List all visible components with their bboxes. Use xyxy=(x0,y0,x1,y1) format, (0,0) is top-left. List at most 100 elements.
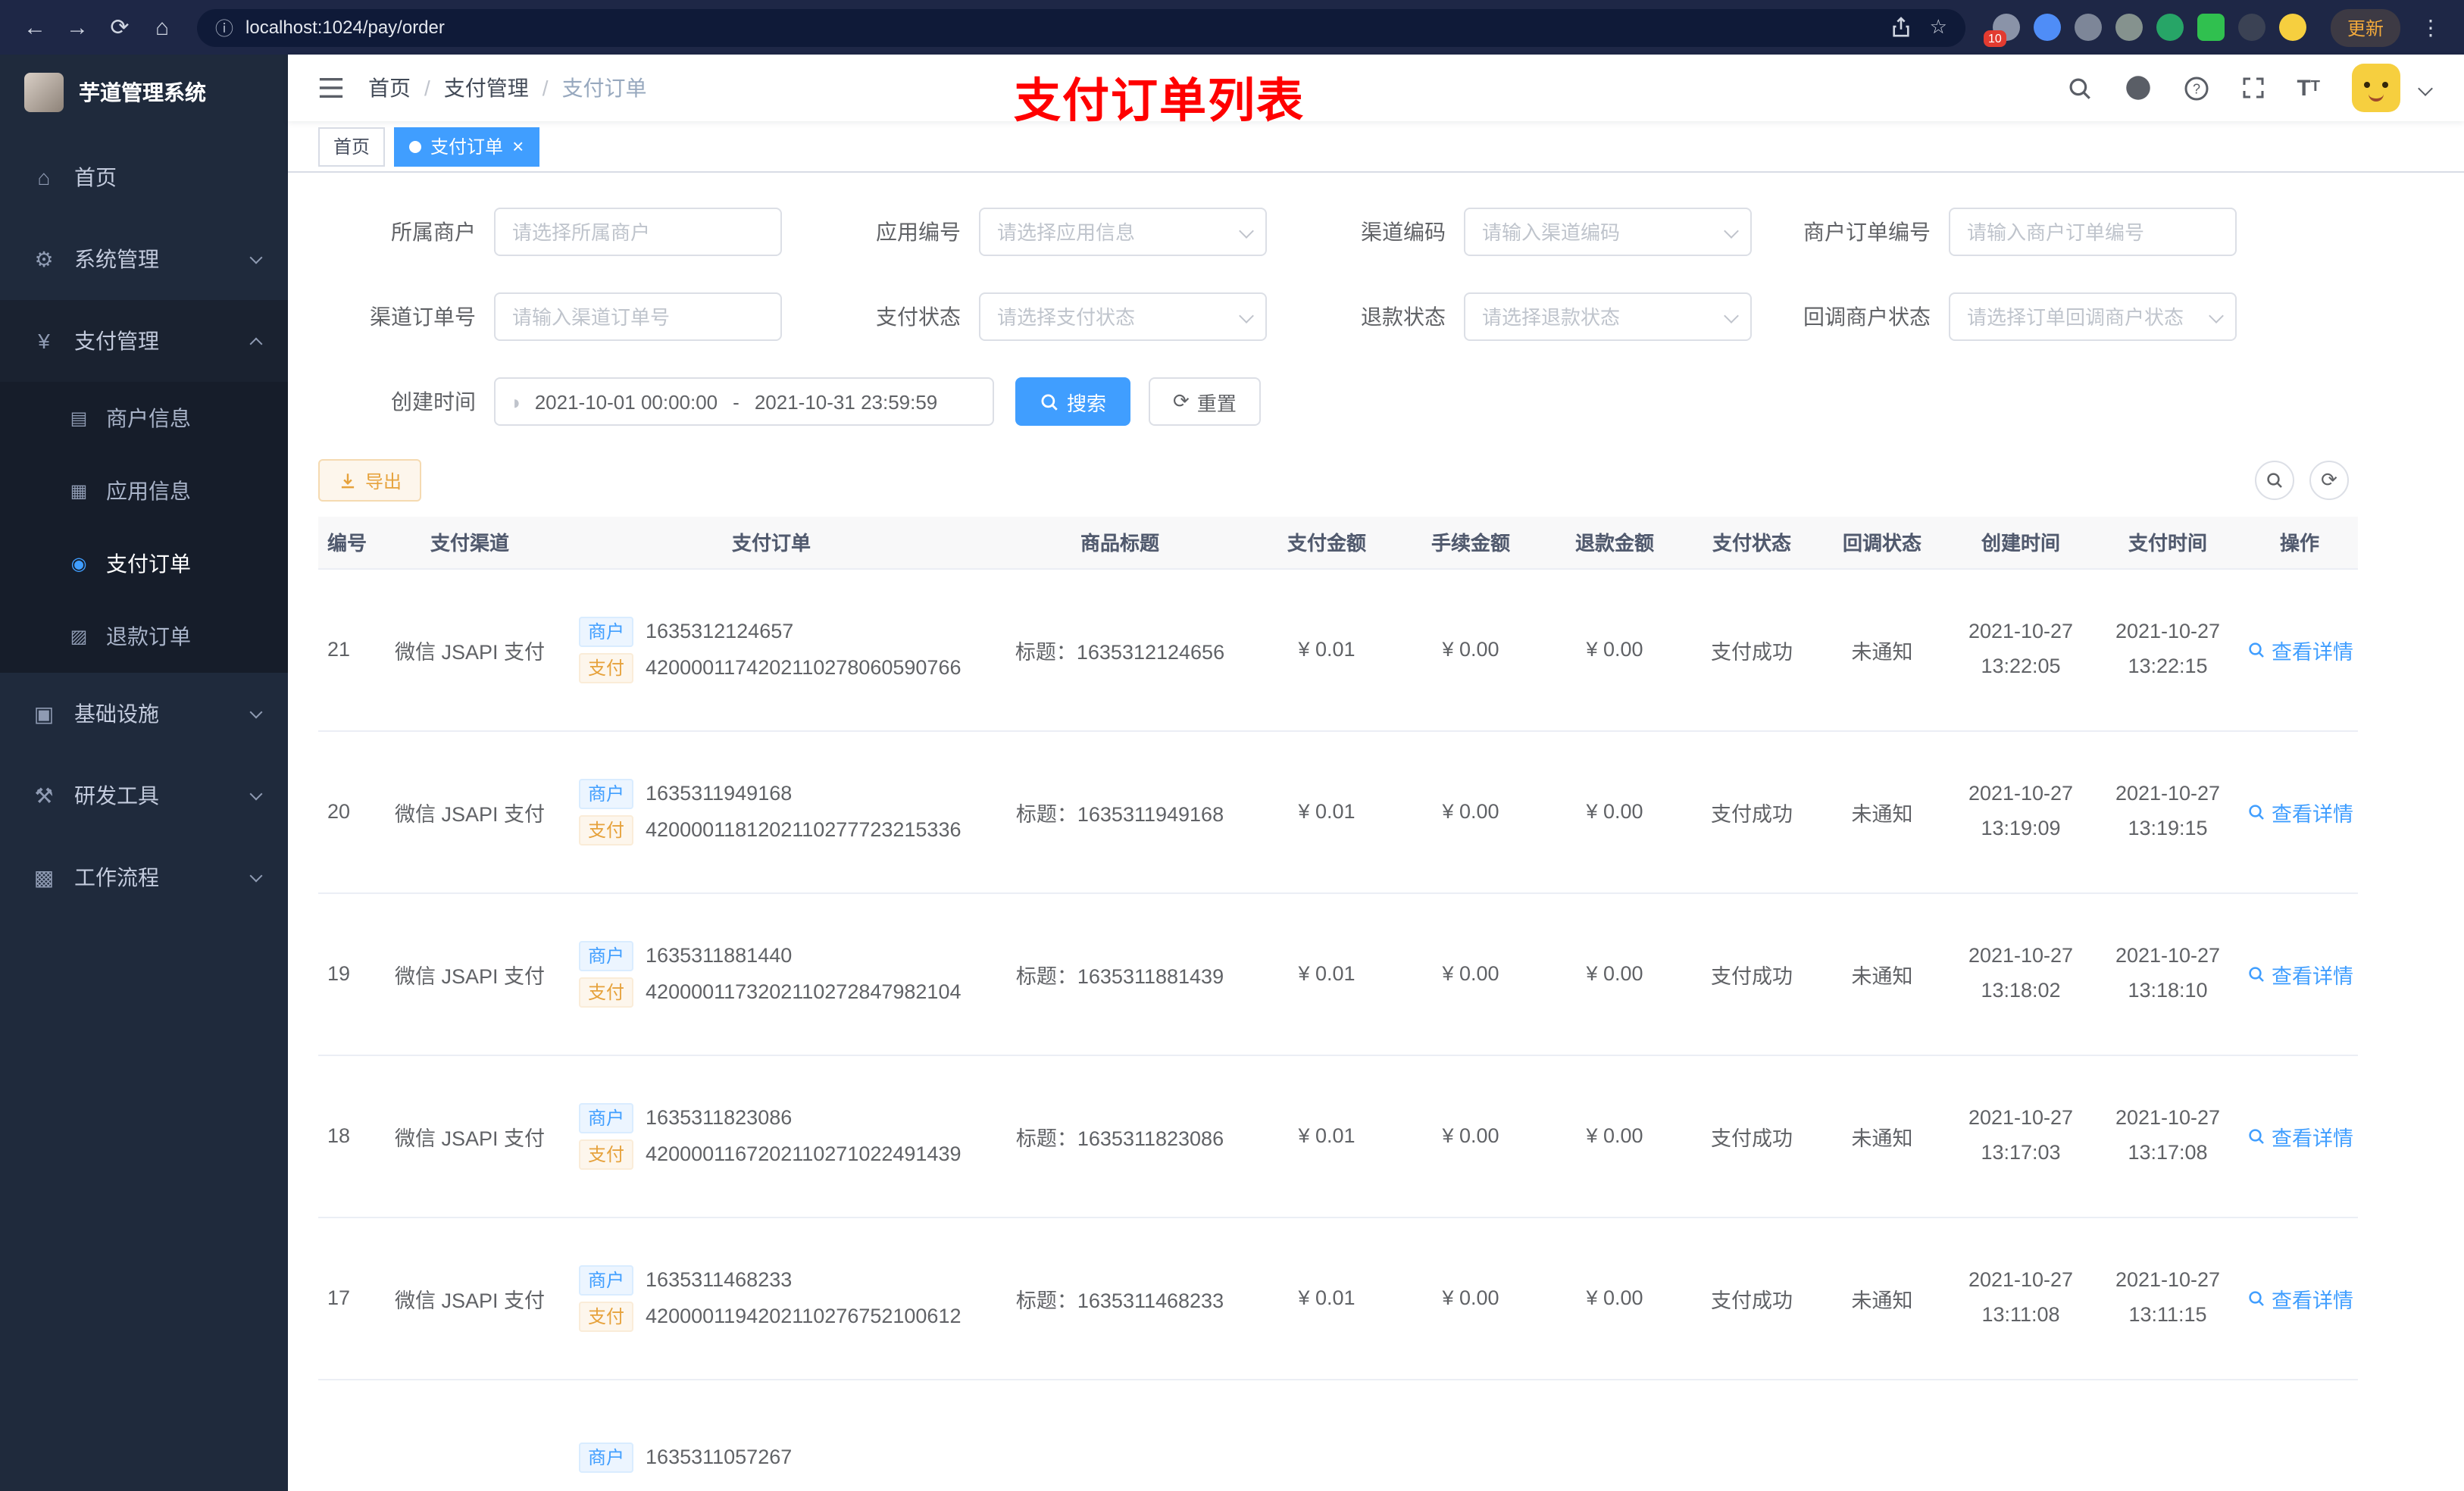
bookmark-star-icon[interactable]: ☆ xyxy=(1930,15,1947,39)
sidebar-item-system[interactable]: ⚙ 系统管理 xyxy=(0,218,288,300)
channel-code-select[interactable] xyxy=(1464,208,1752,256)
document-icon: ▨ xyxy=(70,626,88,647)
refund-amount: ¥ 0.00 xyxy=(1586,638,1643,661)
merchant-order-no-input[interactable] xyxy=(1949,208,2237,256)
tab-pay-order[interactable]: 支付订单 × xyxy=(394,127,539,166)
search-button[interactable]: 搜索 xyxy=(1015,377,1131,426)
pay-status: 支付成功 xyxy=(1711,1289,1793,1311)
goods-title: 标题：1635311823086 xyxy=(1015,1127,1224,1149)
merchant-tag: 商户 xyxy=(579,616,634,646)
extension-icon-6[interactable] xyxy=(2197,14,2225,41)
top-navbar: 首页 / 支付管理 / 支付订单 支付订单列表 ? T T xyxy=(288,55,2464,127)
browser-home-button[interactable]: ⌂ xyxy=(142,8,182,47)
merchant-tag: 商户 xyxy=(579,1442,634,1472)
sidebar-item-app-info[interactable]: ▦ 应用信息 xyxy=(0,455,288,527)
screen: ← → ⟳ ⌂ ⓘ localhost:1024/pay/order ☆ 10 … xyxy=(0,0,2464,1491)
pay-amount: ¥ 0.01 xyxy=(1298,638,1356,661)
app-id-select[interactable] xyxy=(979,208,1267,256)
notify-status: 未通知 xyxy=(1851,1127,1913,1149)
tools-icon: ⚒ xyxy=(34,783,54,807)
sidebar-item-merchant-info[interactable]: ▤ 商户信息 xyxy=(0,382,288,455)
view-detail-link[interactable]: 查看详情 xyxy=(2247,958,2353,989)
table-row: 19 微信 JSAPI 支付 商户 1635311881440 支付 42000… xyxy=(318,892,2358,1055)
browser-url-bar[interactable]: ⓘ localhost:1024/pay/order ☆ xyxy=(197,8,1965,46)
merchant-order-no: 1635311823086 xyxy=(646,1106,793,1129)
monitor-icon: ▣ xyxy=(33,701,55,725)
channel-order-no-input[interactable] xyxy=(494,292,782,341)
chevron-down-icon[interactable] xyxy=(2418,80,2433,95)
profile-emoji-icon[interactable] xyxy=(2278,14,2306,41)
channel-tag: 支付 xyxy=(579,1301,634,1331)
svg-text:?: ? xyxy=(2192,80,2200,95)
sidebar-item-devtools[interactable]: ⚒ 研发工具 xyxy=(0,755,288,836)
extension-icon-2[interactable] xyxy=(2033,14,2061,41)
channel-tag: 支付 xyxy=(579,814,634,845)
pay-status-select[interactable] xyxy=(979,292,1267,341)
breadcrumb-pay[interactable]: 支付管理 xyxy=(444,73,529,103)
reset-button[interactable]: ⟳ 重置 xyxy=(1149,377,1261,426)
extension-icon-3[interactable] xyxy=(2074,14,2102,41)
merchant-order-no: 1635311057267 xyxy=(646,1446,793,1468)
notify-status: 未通知 xyxy=(1851,964,1913,987)
fullscreen-icon[interactable] xyxy=(2240,76,2265,100)
channel-order-no: 4200001167202110271022491439 xyxy=(646,1142,962,1165)
fee-amount: ¥ 0.00 xyxy=(1442,638,1499,661)
browser-menu-button[interactable]: ⋮ xyxy=(2412,14,2449,40)
app-logo xyxy=(24,73,64,112)
pay-amount: ¥ 0.01 xyxy=(1298,962,1356,985)
view-detail-link[interactable]: 查看详情 xyxy=(2247,1121,2353,1151)
fee-amount: ¥ 0.00 xyxy=(1442,1286,1499,1309)
share-icon[interactable] xyxy=(1892,17,1912,38)
merchant-tag: 商户 xyxy=(579,1102,634,1133)
sidebar-item-workflow[interactable]: ▩ 工作流程 xyxy=(0,836,288,918)
sidebar-item-pay-order[interactable]: ◉ 支付订单 xyxy=(0,527,288,600)
browser-back-button[interactable]: ← xyxy=(15,8,55,47)
sidebar: 芋道管理系统 ⌂ 首页 ⚙ 系统管理 ¥ 支付管理 ▤ 商户信息 ▦ 应用信息 … xyxy=(0,55,288,1491)
channel-tag: 支付 xyxy=(579,1139,634,1169)
sidebar-item-home[interactable]: ⌂ 首页 xyxy=(0,136,288,218)
table-row: 20 微信 JSAPI 支付 商户 1635311949168 支付 42000… xyxy=(318,730,2358,893)
export-button[interactable]: 导出 xyxy=(318,459,422,502)
merchant-filter-input[interactable] xyxy=(494,208,782,256)
sidebar-item-infrastructure[interactable]: ▣ 基础设施 xyxy=(0,673,288,755)
page-content: 所属商户 应用编号 渠道编码 商户订单编号 xyxy=(288,173,2464,1491)
sidebar-pay-section: ¥ 支付管理 ▤ 商户信息 ▦ 应用信息 ◉ 支付订单 ▨ 退款订单 xyxy=(0,300,288,673)
search-icon xyxy=(2249,804,2264,819)
download-icon xyxy=(341,473,355,488)
create-time-range-picker[interactable]: ◗ 2021-10-01 00:00:00 - 2021-10-31 23:59… xyxy=(494,377,994,426)
extension-icon-1[interactable]: 10 xyxy=(1983,14,2020,47)
sidebar-item-pay[interactable]: ¥ 支付管理 xyxy=(0,300,288,382)
gear-icon: ⚙ xyxy=(34,246,54,270)
sidebar-item-refund-order[interactable]: ▨ 退款订单 xyxy=(0,600,288,673)
refund-status-select[interactable] xyxy=(1464,292,1752,341)
github-icon[interactable] xyxy=(2124,74,2151,102)
browser-reload-button[interactable]: ⟳ xyxy=(100,8,139,47)
toggle-search-button[interactable] xyxy=(2255,461,2294,500)
site-info-icon[interactable]: ⓘ xyxy=(215,14,233,40)
view-detail-link[interactable]: 查看详情 xyxy=(2247,634,2353,664)
font-size-icon[interactable]: TT xyxy=(2297,77,2320,99)
extension-icon-4[interactable] xyxy=(2115,14,2143,41)
browser-forward-button[interactable]: → xyxy=(58,8,97,47)
browser-update-button[interactable]: 更新 xyxy=(2330,8,2400,46)
notify-status-select[interactable] xyxy=(1949,292,2237,341)
refresh-table-button[interactable]: ⟳ xyxy=(2309,461,2349,500)
tab-home[interactable]: 首页 xyxy=(318,127,386,166)
help-icon[interactable]: ? xyxy=(2183,75,2209,101)
goods-title: 标题：1635311949168 xyxy=(1015,802,1224,825)
refund-amount: ¥ 0.00 xyxy=(1586,1124,1643,1147)
table-row: 21 微信 JSAPI 支付 商户 1635312124657 支付 42000… xyxy=(318,568,2358,731)
hamburger-icon[interactable] xyxy=(318,77,344,98)
merchant-tag: 商户 xyxy=(579,1264,634,1295)
pay-amount: ¥ 0.01 xyxy=(1298,1124,1356,1147)
search-icon[interactable] xyxy=(2066,75,2092,101)
view-detail-link[interactable]: 查看详情 xyxy=(2247,1283,2353,1313)
user-avatar[interactable] xyxy=(2352,64,2400,112)
view-detail-link[interactable]: 查看详情 xyxy=(2247,796,2353,827)
tags-view: 首页 支付订单 × xyxy=(288,121,2464,173)
breadcrumb-home[interactable]: 首页 xyxy=(368,73,411,103)
close-icon[interactable]: × xyxy=(512,136,524,156)
extension-pin-icon[interactable] xyxy=(2237,14,2265,41)
browser-extensions-area: 10 xyxy=(1983,14,2306,47)
extension-icon-5[interactable] xyxy=(2156,14,2184,41)
